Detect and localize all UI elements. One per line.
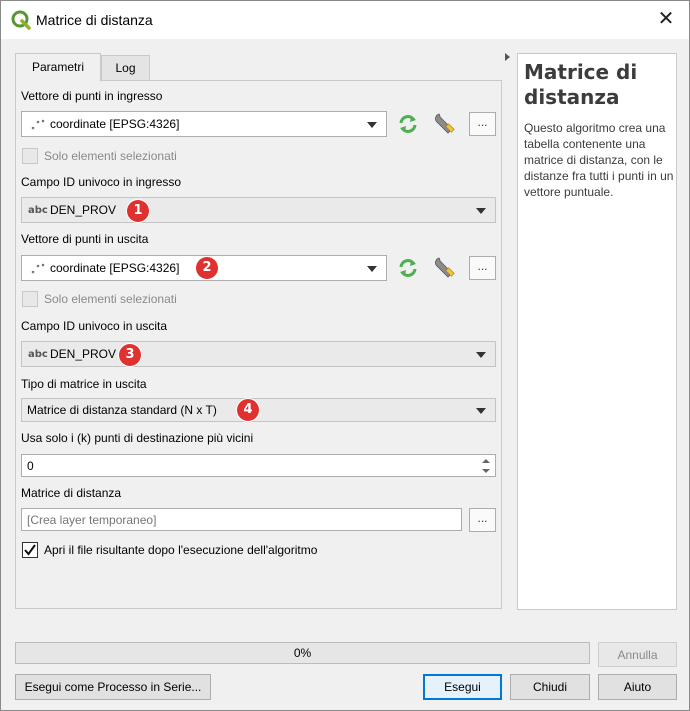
point-layer-icon bbox=[31, 263, 45, 274]
callout-badge-2: 2 bbox=[196, 257, 218, 279]
target-field-combo[interactable]: abc DEN_PROV bbox=[21, 341, 496, 367]
open-after-checkbox[interactable] bbox=[22, 542, 38, 558]
spin-up-icon[interactable] bbox=[479, 456, 493, 466]
matrix-type-value: Matrice di distanza standard (N x T) bbox=[27, 403, 217, 417]
refresh-icon[interactable] bbox=[395, 111, 421, 137]
target-selected-only-label: Solo elementi selezionati bbox=[44, 292, 177, 306]
input-selected-only-label: Solo elementi selezionati bbox=[44, 149, 177, 163]
chevron-down-icon bbox=[476, 208, 486, 214]
point-layer-icon bbox=[31, 119, 45, 130]
callout-badge-1: 1 bbox=[127, 200, 149, 222]
progress-text: 0% bbox=[293, 646, 312, 660]
target-layer-label: Vettore di punti in uscita bbox=[21, 232, 149, 246]
qgis-logo-icon bbox=[11, 10, 31, 30]
check-icon bbox=[24, 544, 36, 556]
tab-log[interactable]: Log bbox=[101, 55, 150, 80]
chevron-down-icon bbox=[367, 266, 377, 272]
spin-down-icon[interactable] bbox=[479, 466, 493, 476]
target-layer-value: coordinate [EPSG:4326] bbox=[50, 261, 180, 275]
collapse-help-icon[interactable] bbox=[505, 53, 510, 61]
input-selected-only-checkbox bbox=[22, 148, 38, 164]
wrench-icon[interactable] bbox=[431, 110, 457, 136]
input-field-label: Campo ID univoco in ingresso bbox=[21, 175, 182, 189]
close-icon[interactable]: ✕ bbox=[643, 1, 689, 39]
text-field-icon: abc bbox=[28, 349, 48, 360]
text-field-icon: abc bbox=[28, 205, 48, 216]
target-field-value: DEN_PROV bbox=[50, 347, 117, 361]
help-button[interactable]: Aiuto bbox=[598, 674, 677, 700]
nearest-k-label: Usa solo i (k) punti di destinazione più… bbox=[21, 431, 254, 445]
window-title: Matrice di distanza bbox=[36, 12, 153, 28]
input-layer-combo[interactable]: coordinate [EPSG:4326] bbox=[21, 111, 387, 137]
refresh-icon[interactable] bbox=[395, 255, 421, 281]
input-field-value: DEN_PROV bbox=[50, 203, 117, 217]
input-field-combo[interactable]: abc DEN_PROV bbox=[21, 197, 496, 223]
chevron-down-icon bbox=[367, 122, 377, 128]
output-destination-input[interactable] bbox=[27, 510, 457, 530]
dialog-window: Matrice di distanza ✕ Parametri Log Vett… bbox=[0, 0, 690, 711]
callout-badge-3: 3 bbox=[119, 344, 141, 366]
chevron-down-icon bbox=[476, 352, 486, 358]
run-as-batch-button[interactable]: Esegui come Processo in Serie... bbox=[15, 674, 211, 700]
target-selected-only-checkbox bbox=[22, 291, 38, 307]
target-layer-options-button[interactable]: ... bbox=[469, 256, 496, 280]
input-layer-value: coordinate [EPSG:4326] bbox=[50, 117, 180, 131]
chevron-down-icon bbox=[476, 408, 486, 414]
target-field-label: Campo ID univoco in uscita bbox=[21, 319, 168, 333]
output-label: Matrice di distanza bbox=[21, 486, 122, 500]
output-options-button[interactable]: ... bbox=[469, 508, 496, 532]
callout-badge-4: 4 bbox=[237, 399, 259, 421]
matrix-type-label: Tipo di matrice in uscita bbox=[21, 377, 147, 391]
wrench-icon[interactable] bbox=[431, 254, 457, 280]
nearest-k-spinbox[interactable]: 0 bbox=[21, 454, 496, 477]
run-button[interactable]: Esegui bbox=[423, 674, 502, 700]
output-destination-field[interactable] bbox=[21, 508, 462, 531]
open-after-label: Apri il file risultante dopo l'esecuzion… bbox=[44, 543, 318, 557]
close-button[interactable]: Chiudi bbox=[510, 674, 590, 700]
input-layer-options-button[interactable]: ... bbox=[469, 112, 496, 136]
title-bar: Matrice di distanza ✕ bbox=[1, 1, 689, 39]
cancel-button[interactable]: Annulla bbox=[598, 642, 677, 667]
progress-bar: 0% bbox=[15, 642, 590, 664]
input-layer-label: Vettore di punti in ingresso bbox=[21, 89, 163, 103]
nearest-k-value: 0 bbox=[27, 459, 34, 473]
help-text: Questo algoritmo crea una tabella conten… bbox=[524, 121, 674, 199]
help-title: Matrice di distanza bbox=[524, 60, 638, 109]
help-panel: Matrice di distanza Questo algoritmo cre… bbox=[517, 53, 677, 610]
tab-parametri[interactable]: Parametri bbox=[15, 53, 101, 82]
